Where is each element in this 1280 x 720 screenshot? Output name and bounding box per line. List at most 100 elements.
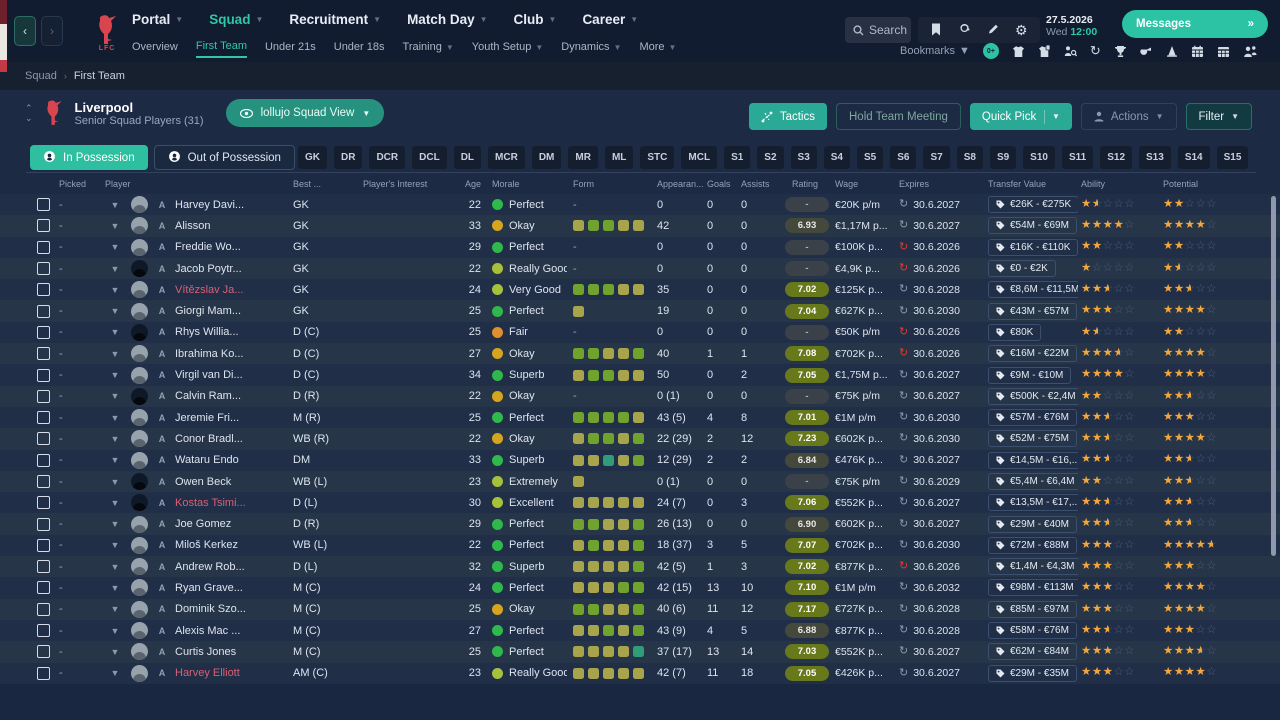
news-icon[interactable]: 0+: [982, 43, 999, 59]
row-expand-icon[interactable]: ▼: [102, 604, 128, 614]
row-expand-icon[interactable]: ▼: [102, 370, 128, 380]
table-row[interactable]: - ▼ A Ryan Grave... M (C) 24 Perfect 42 (15) 13 1…: [0, 577, 1280, 599]
position-chip-s3[interactable]: S3: [790, 146, 817, 169]
settings-icon[interactable]: ⚙: [1015, 23, 1028, 37]
player-name[interactable]: Andrew Rob...: [172, 561, 290, 573]
row-checkbox[interactable]: [37, 560, 50, 574]
player-name[interactable]: Rhys Willia...: [172, 326, 290, 338]
position-chip-stc[interactable]: STC: [640, 146, 675, 169]
row-checkbox[interactable]: [37, 262, 50, 276]
row-expand-icon[interactable]: ▼: [102, 477, 128, 487]
sync-icon[interactable]: ↻: [1090, 42, 1101, 60]
player-name[interactable]: Ryan Grave...: [172, 582, 290, 594]
row-expand-icon[interactable]: ▼: [102, 391, 128, 401]
table-row[interactable]: - ▼ A Jeremie Fri... M (R) 25 Perfect 43 (5) 4 8 7…: [0, 406, 1280, 429]
row-checkbox[interactable]: [37, 666, 50, 680]
transfer-value-pill[interactable]: €80K: [988, 323, 1042, 341]
position-chip-s8[interactable]: S8: [956, 146, 983, 169]
subnav-training[interactable]: Training ▼: [403, 41, 454, 57]
row-expand-icon[interactable]: ▼: [102, 519, 128, 529]
subnav-more[interactable]: More ▼: [639, 41, 676, 57]
player-name[interactable]: Wataru Endo: [172, 454, 290, 466]
position-chip-s7[interactable]: S7: [923, 146, 950, 169]
row-checkbox[interactable]: [37, 240, 50, 254]
row-expand-icon[interactable]: ▼: [102, 668, 128, 678]
row-expand-icon[interactable]: ▼: [102, 413, 128, 423]
player-name[interactable]: Jeremie Fri...: [172, 412, 290, 424]
calendar-icon[interactable]: [1191, 45, 1204, 58]
row-expand-icon[interactable]: ▼: [102, 583, 128, 593]
nav-portal[interactable]: Portal ▼: [132, 12, 183, 27]
row-checkbox[interactable]: [37, 198, 50, 212]
transfer-value-pill[interactable]: €54M - €69M: [988, 217, 1077, 235]
transfer-value-pill[interactable]: €500K - €2,4M: [988, 387, 1078, 405]
messages-button[interactable]: Messages »: [1122, 10, 1268, 38]
row-checkbox[interactable]: [37, 645, 50, 659]
position-chip-s10[interactable]: S10: [1023, 146, 1055, 169]
player-name[interactable]: Alexis Mac ...: [172, 625, 290, 637]
kit-icon[interactable]: [1038, 44, 1051, 58]
table-row[interactable]: - ▼ A Dominik Szo... M (C) 25 Okay 40 (6) 11 12 7.…: [0, 598, 1280, 620]
subnav-youth-setup[interactable]: Youth Setup ▼: [472, 41, 543, 57]
quick-pick-button[interactable]: Quick Pick ▼: [969, 103, 1072, 130]
player-name[interactable]: Conor Bradl...: [172, 433, 290, 445]
edit-icon[interactable]: [987, 23, 999, 37]
row-expand-icon[interactable]: ▼: [102, 434, 128, 444]
row-checkbox[interactable]: [37, 496, 50, 510]
col-expires[interactable]: Expires: [896, 179, 978, 189]
row-expand-icon[interactable]: ▼: [102, 242, 128, 252]
col-rating[interactable]: Rating: [778, 179, 832, 189]
referee-icon[interactable]: [1140, 45, 1153, 58]
position-chip-s5[interactable]: S5: [857, 146, 884, 169]
col-morale[interactable]: Morale: [484, 179, 570, 189]
position-chip-dm[interactable]: DM: [531, 146, 562, 169]
position-chip-s9[interactable]: S9: [989, 146, 1017, 169]
subnav-first-team[interactable]: First Team: [195, 40, 247, 58]
tactics-button[interactable]: Tactics: [748, 103, 827, 130]
row-expand-icon[interactable]: ▼: [102, 285, 128, 295]
player-name[interactable]: Ibrahima Ko...: [172, 348, 290, 360]
row-checkbox[interactable]: [37, 538, 50, 552]
table-row[interactable]: - ▼ A Owen Beck WB (L) 23 Extremely 0 (1) 0 0- €75…: [0, 470, 1280, 493]
row-expand-icon[interactable]: ▼: [102, 200, 128, 210]
transfer-value-pill[interactable]: €29M - €35M: [988, 664, 1077, 682]
position-chip-s4[interactable]: S4: [823, 146, 850, 169]
table-row[interactable]: - ▼ A Curtis Jones M (C) 25 Perfect 37 (17) 13 14…: [0, 641, 1280, 663]
player-name[interactable]: Dominik Szo...: [172, 603, 290, 615]
actions-button[interactable]: Actions ▼: [1080, 103, 1177, 130]
row-expand-icon[interactable]: ▼: [102, 562, 128, 572]
squad-view-dropdown[interactable]: lollujo Squad View ▼: [225, 99, 385, 127]
filter-button[interactable]: Filter ▼: [1185, 103, 1252, 130]
col-age[interactable]: Age: [448, 179, 484, 189]
player-name[interactable]: Curtis Jones: [172, 646, 290, 658]
row-expand-icon[interactable]: ▼: [102, 221, 128, 231]
position-chip-s1[interactable]: S1: [724, 146, 751, 169]
table-row[interactable]: - ▼ A Wataru Endo DM 33 Superb 12 (29) 2 2 6.84 €47…: [0, 449, 1280, 471]
player-name[interactable]: Virgil van Di...: [172, 369, 290, 381]
transfer-value-pill[interactable]: €26K - €275K: [988, 196, 1078, 214]
breadcrumb-squad[interactable]: Squad: [25, 70, 57, 82]
player-name[interactable]: Kostas Tsimi...: [172, 497, 290, 509]
player-name[interactable]: Vítězslav Ja...: [172, 284, 290, 296]
position-chip-s15[interactable]: S15: [1216, 146, 1249, 169]
transfer-value-pill[interactable]: €9M - €10M: [988, 366, 1072, 384]
row-expand-icon[interactable]: ▼: [102, 626, 128, 636]
training-icon[interactable]: [1166, 45, 1178, 57]
transfer-value-pill[interactable]: €58M - €76M: [988, 622, 1077, 640]
transfer-value-pill[interactable]: €16K - €110K: [988, 238, 1078, 256]
tab-in-possession[interactable]: In Possession: [30, 145, 148, 170]
transfer-value-pill[interactable]: €8,6M - €11,5M: [988, 281, 1078, 299]
transfer-value-pill[interactable]: €72M - €88M: [988, 536, 1077, 554]
col-assists[interactable]: Assists: [738, 179, 778, 189]
shirt-icon[interactable]: [1012, 45, 1025, 58]
player-name[interactable]: Calvin Ram...: [172, 390, 290, 402]
row-checkbox[interactable]: [37, 453, 50, 467]
col-best-position[interactable]: Best ...: [290, 179, 360, 189]
col-wage[interactable]: Wage: [832, 179, 896, 189]
staff-icon[interactable]: [1243, 45, 1257, 58]
nav-squad[interactable]: Squad ▼: [209, 12, 263, 27]
table-row[interactable]: - ▼ A Joe Gomez D (R) 29 Perfect 26 (13) 0 0 6.90 €…: [0, 513, 1280, 535]
col-goals[interactable]: Goals: [704, 179, 738, 189]
row-checkbox[interactable]: [37, 475, 50, 488]
player-name[interactable]: Alisson: [172, 220, 290, 232]
